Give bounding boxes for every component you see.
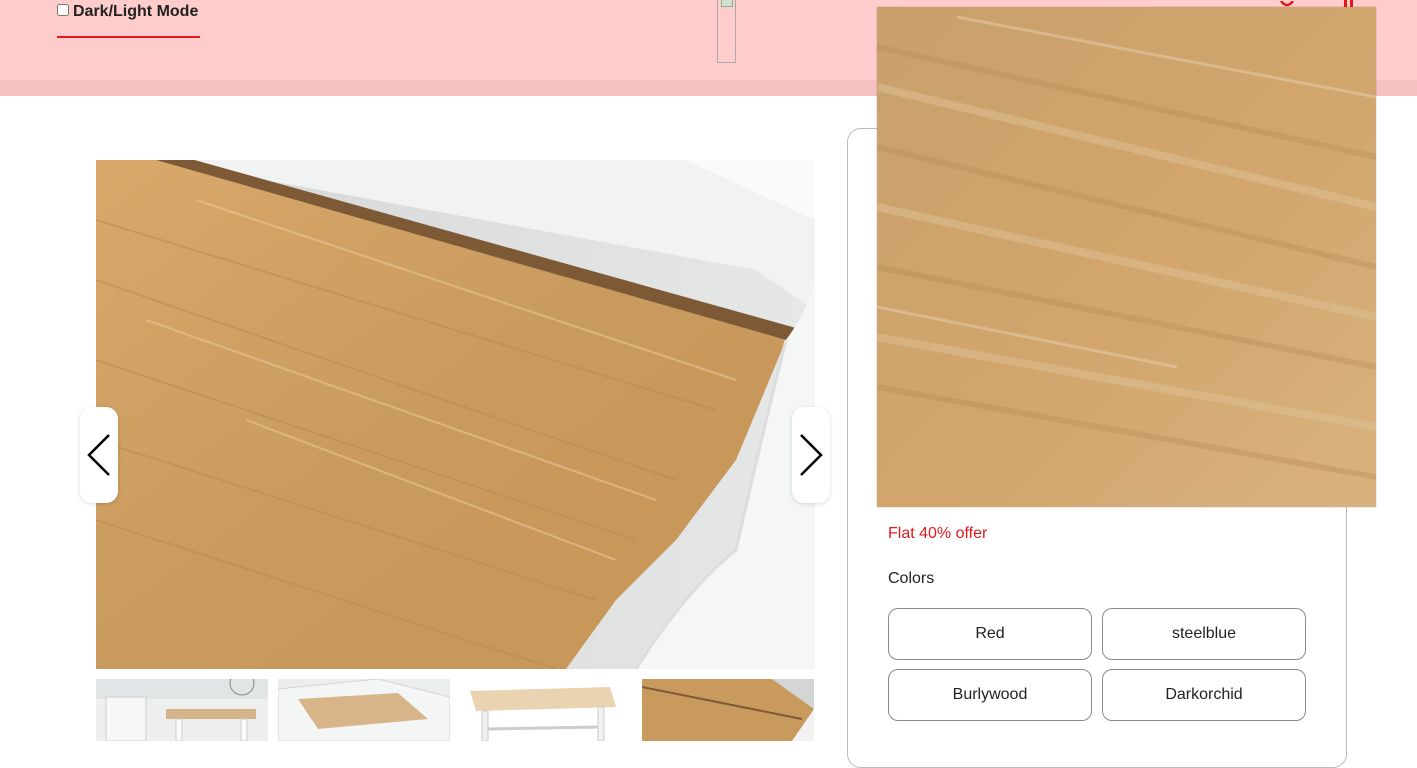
gallery-next-button[interactable] bbox=[792, 407, 830, 503]
color-option-burlywood[interactable]: Burlywood bbox=[888, 669, 1092, 721]
thumbnail-3[interactable] bbox=[460, 679, 632, 741]
thumbnail-2[interactable] bbox=[278, 679, 450, 741]
thumbnail-1[interactable] bbox=[96, 679, 268, 741]
color-option-steelblue[interactable]: steelblue bbox=[1102, 608, 1306, 660]
chevron-right-icon bbox=[800, 434, 823, 476]
thumbnail-4[interactable] bbox=[642, 679, 814, 741]
offer-text: Flat 40% offer bbox=[888, 525, 988, 542]
color-option-red[interactable]: Red bbox=[888, 608, 1092, 660]
mode-toggle-label: Dark/Light Mode bbox=[73, 3, 199, 20]
chevron-left-icon bbox=[87, 434, 110, 476]
gallery-prev-button[interactable] bbox=[80, 407, 118, 503]
mode-checkbox[interactable] bbox=[57, 4, 69, 16]
dark-light-mode-toggle[interactable]: Dark/Light Mode bbox=[57, 0, 200, 38]
image-zoom-lens bbox=[877, 7, 1376, 507]
main-product-image[interactable] bbox=[96, 160, 815, 669]
broken-logo-image bbox=[717, 0, 736, 63]
colors-label: Colors bbox=[888, 570, 935, 587]
color-option-darkorchid[interactable]: Darkorchid bbox=[1102, 669, 1306, 721]
